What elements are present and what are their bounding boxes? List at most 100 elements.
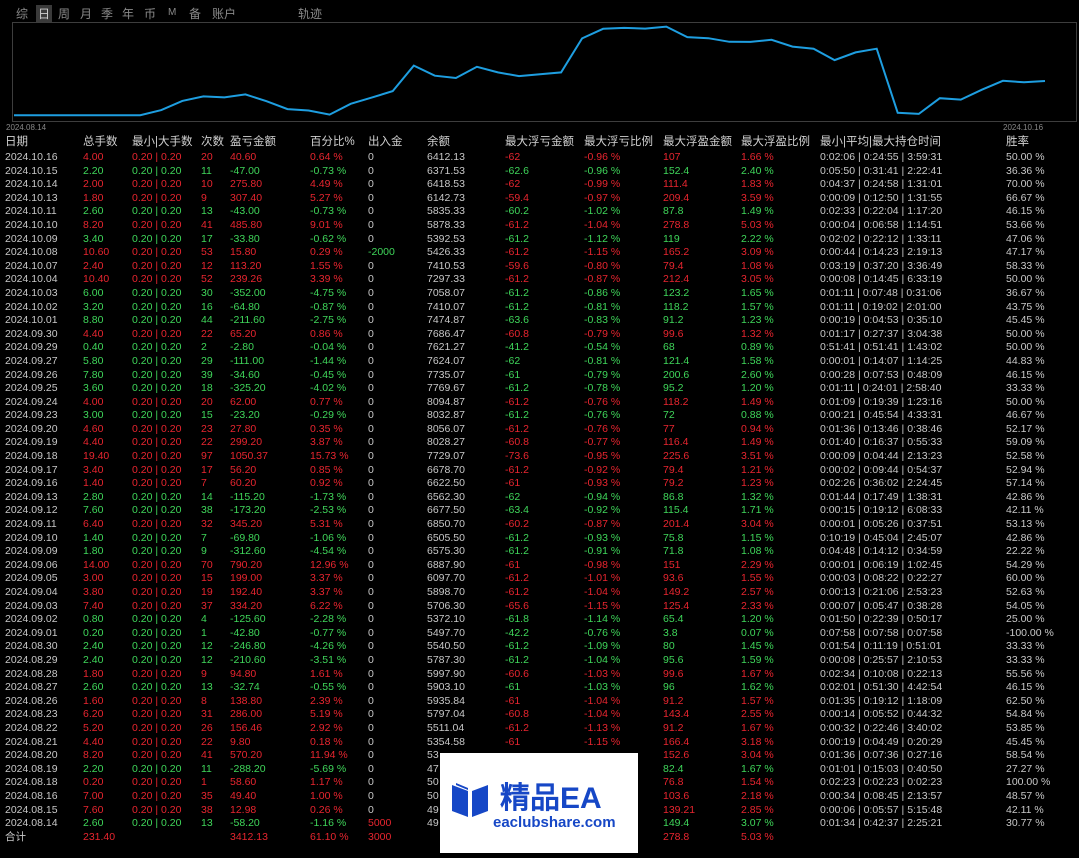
table-row[interactable]: 2024.10.10 8.20 0.20 | 0.20 41 485.80 9.01 % 0…: [0, 219, 1079, 233]
table-cell: 45.45 %: [1006, 735, 1045, 748]
table-row[interactable]: 2024.09.29 0.40 0.20 | 0.20 2 -2.80 -0.04 % 0 7…: [0, 341, 1079, 355]
column-header[interactable]: 最大浮盈金额: [663, 136, 732, 150]
table-cell: 46.15 %: [1006, 681, 1045, 694]
column-header[interactable]: 百分比%: [310, 136, 355, 150]
table-cell: 2024.09.10: [5, 531, 58, 544]
tab-2[interactable]: 周: [58, 5, 70, 22]
table-cell: 53: [201, 246, 213, 259]
table-row[interactable]: 2024.08.28 1.80 0.20 | 0.20 9 94.80 1.61 % 0 59…: [0, 668, 1079, 682]
table-row[interactable]: 2024.10.02 3.20 0.20 | 0.20 16 -64.80 -0.87 %…: [0, 301, 1079, 315]
table-row[interactable]: 2024.08.26 1.60 0.20 | 0.20 8 138.80 2.39 % 0 5…: [0, 695, 1079, 709]
table-cell: 3.51 %: [741, 450, 774, 463]
table-row[interactable]: 2024.09.27 5.80 0.20 | 0.20 29 -111.00 -1.44 …: [0, 355, 1079, 369]
column-header[interactable]: 最大浮盈比例: [741, 136, 810, 150]
table-row[interactable]: 2024.08.29 2.40 0.20 | 0.20 12 -210.60 -3.51 …: [0, 654, 1079, 668]
table-row[interactable]: 2024.10.13 1.80 0.20 | 0.20 9 307.40 5.27 % 0 6…: [0, 192, 1079, 206]
table-cell: 0: [368, 300, 374, 313]
tab-8[interactable]: 备: [189, 5, 201, 22]
table-cell: 40.60: [230, 151, 257, 163]
table-cell: 5935.84: [427, 694, 465, 707]
column-header[interactable]: 最大浮亏金额: [505, 136, 574, 150]
table-row[interactable]: 2024.09.18 19.40 0.20 | 0.20 97 1050.37 15.73…: [0, 450, 1079, 464]
table-row[interactable]: 2024.09.19 4.40 0.20 | 0.20 22 299.20 3.87 % 0…: [0, 436, 1079, 450]
table-cell: 0.20 | 0.20: [132, 354, 182, 367]
table-cell: 212.4: [663, 273, 690, 286]
table-row[interactable]: 2024.09.05 3.00 0.20 | 0.20 15 199.00 3.37 % 0…: [0, 572, 1079, 586]
table-cell: 68: [663, 341, 675, 354]
column-header[interactable]: 次数: [201, 136, 224, 150]
table-row[interactable]: 2024.10.01 8.80 0.20 | 0.20 44 -211.60 -2.75 …: [0, 314, 1079, 328]
table-cell: 0: [368, 368, 374, 381]
table-row[interactable]: 2024.10.09 3.40 0.20 | 0.20 17 -33.80 -0.62 %…: [0, 233, 1079, 247]
tab-1[interactable]: 日: [36, 5, 53, 22]
table-cell: 75.8: [663, 531, 684, 544]
table-row[interactable]: 2024.10.08 10.60 0.20 | 0.20 53 15.80 0.29 % -…: [0, 246, 1079, 260]
column-header[interactable]: 盈亏金额: [230, 136, 276, 150]
table-cell: 65.4: [663, 613, 684, 626]
tab-7[interactable]: M: [168, 7, 176, 18]
column-header[interactable]: 胜率: [1006, 136, 1029, 150]
table-row[interactable]: 2024.10.07 2.40 0.20 | 0.20 12 113.20 1.55 % 0…: [0, 260, 1079, 274]
column-header[interactable]: 日期: [5, 136, 28, 150]
table-row[interactable]: 2024.09.25 3.60 0.20 | 0.20 18 -325.20 -4.02 …: [0, 382, 1079, 396]
table-row[interactable]: 2024.09.26 7.80 0.20 | 0.20 39 -34.60 -0.45 %…: [0, 369, 1079, 383]
table-row[interactable]: 2024.10.11 2.60 0.20 | 0.20 13 -43.00 -0.73 %…: [0, 205, 1079, 219]
table-cell: 45.45 %: [1006, 314, 1045, 327]
table-cell: 1.59 %: [741, 653, 774, 666]
table-row[interactable]: 2024.08.22 5.20 0.20 | 0.20 26 156.46 2.92 % 0…: [0, 722, 1079, 736]
table-row[interactable]: 2024.09.01 0.20 0.20 | 0.20 1 -42.80 -0.77 % 0…: [0, 627, 1079, 641]
column-header[interactable]: 最小|大手数: [132, 136, 193, 150]
table-row[interactable]: 2024.09.11 6.40 0.20 | 0.20 32 345.20 5.31 % 0…: [0, 518, 1079, 532]
table-row[interactable]: 2024.09.04 3.80 0.20 | 0.20 19 192.40 3.37 % 0…: [0, 586, 1079, 600]
total-max_float_profit: 278.8: [663, 830, 690, 843]
column-header[interactable]: 最大浮亏比例: [584, 136, 653, 150]
table-row[interactable]: 2024.09.12 7.60 0.20 | 0.20 38 -173.20 -2.53 …: [0, 504, 1079, 518]
table-cell: -1.14 %: [584, 613, 621, 626]
table-row[interactable]: 2024.10.04 10.40 0.20 | 0.20 52 239.26 3.39 %…: [0, 273, 1079, 287]
table-row[interactable]: 2024.09.23 3.00 0.20 | 0.20 15 -23.20 -0.29 %…: [0, 409, 1079, 423]
column-header[interactable]: 总手数: [83, 136, 118, 150]
table-row[interactable]: 2024.08.21 4.40 0.20 | 0.20 22 9.80 0.18 % 0 53…: [0, 736, 1079, 750]
table-cell: 0.18 %: [310, 735, 343, 748]
table-row[interactable]: 2024.10.15 2.20 0.20 | 0.20 11 -47.00 -0.73 %…: [0, 165, 1079, 179]
table-row[interactable]: 2024.08.23 6.20 0.20 | 0.20 31 286.00 5.19 % 0…: [0, 708, 1079, 722]
table-cell: 50: [427, 776, 439, 789]
table-row[interactable]: 2024.09.24 4.00 0.20 | 0.20 20 62.00 0.77 % 0 8…: [0, 396, 1079, 410]
tab-0[interactable]: 综: [16, 5, 28, 22]
table-cell: 1.57 %: [741, 300, 774, 313]
table-row[interactable]: 2024.09.17 3.40 0.20 | 0.20 17 56.20 0.85 % 0 6…: [0, 464, 1079, 478]
table-cell: 9: [201, 667, 207, 680]
table-row[interactable]: 2024.10.16 4.00 0.20 | 0.20 20 40.60 0.64 % 0 6…: [0, 151, 1079, 165]
tab-5[interactable]: 年: [122, 5, 134, 22]
table-cell: 60.20: [230, 477, 257, 490]
table-row[interactable]: 2024.10.03 6.00 0.20 | 0.20 30 -352.00 -4.75 …: [0, 287, 1079, 301]
table-row[interactable]: 2024.09.03 7.40 0.20 | 0.20 37 334.20 6.22 % 0…: [0, 600, 1079, 614]
table-cell: 5898.70: [427, 586, 465, 598]
tab-10[interactable]: 轨迹: [298, 5, 322, 22]
table-row[interactable]: 2024.09.16 1.40 0.20 | 0.20 7 60.20 0.92 % 0 66…: [0, 477, 1079, 491]
table-row[interactable]: 2024.09.10 1.40 0.20 | 0.20 7 -69.80 -1.06 % 0…: [0, 532, 1079, 546]
table-cell: 0: [368, 531, 374, 544]
tab-9[interactable]: 账户: [212, 5, 236, 22]
table-row[interactable]: 2024.09.20 4.60 0.20 | 0.20 23 27.80 0.35 % 0 8…: [0, 423, 1079, 437]
table-row[interactable]: 2024.09.06 14.00 0.20 | 0.20 70 790.20 12.96 …: [0, 559, 1079, 573]
tab-3[interactable]: 月: [80, 5, 92, 22]
column-header[interactable]: 最小|平均|最大持仓时间: [820, 136, 941, 150]
table-row[interactable]: 2024.08.30 2.40 0.20 | 0.20 12 -246.80 -4.26 …: [0, 640, 1079, 654]
table-cell: 1.66 %: [741, 151, 774, 163]
table-row[interactable]: 2024.09.13 2.80 0.20 | 0.20 14 -115.20 -1.73 …: [0, 491, 1079, 505]
table-cell: 15.80: [230, 246, 257, 259]
table-row[interactable]: 2024.09.02 0.80 0.20 | 0.20 4 -125.60 -2.28 %…: [0, 613, 1079, 627]
tab-6[interactable]: 币: [144, 5, 156, 22]
column-header[interactable]: 余额: [427, 136, 450, 150]
table-cell: 1.80: [83, 667, 104, 680]
table-row[interactable]: 2024.10.14 2.00 0.20 | 0.20 10 275.80 4.49 % 0…: [0, 178, 1079, 192]
table-row[interactable]: 2024.08.27 2.60 0.20 | 0.20 13 -32.74 -0.55 %…: [0, 681, 1079, 695]
table-row[interactable]: 2024.09.09 1.80 0.20 | 0.20 9 -312.60 -4.54 %…: [0, 545, 1079, 559]
table-row[interactable]: 2024.09.30 4.40 0.20 | 0.20 22 65.20 0.86 % 0 7…: [0, 328, 1079, 342]
table-header: 日期 总手数 最小|大手数 次数 盈亏金额 百分比% 出入金 余额 最大浮亏金额 最大浮亏比例 最大…: [0, 136, 1079, 151]
tab-4[interactable]: 季: [101, 5, 113, 22]
table-cell: 3.87 %: [310, 436, 343, 449]
column-header[interactable]: 出入金: [368, 136, 403, 150]
table-cell: 7624.07: [427, 354, 465, 367]
